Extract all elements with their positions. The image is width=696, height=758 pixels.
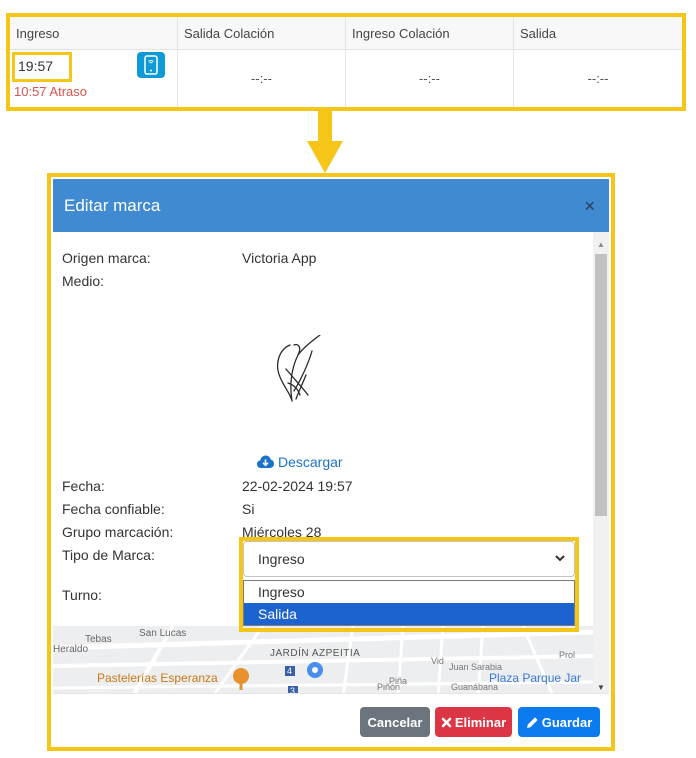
cancel-label: Cancelar [367, 714, 423, 730]
mark-type-select[interactable]: Ingreso [243, 541, 575, 577]
salida-colacion-cell[interactable]: --:-- [178, 50, 346, 107]
map-street-label: Heraldo [53, 644, 89, 655]
map-place-label: Plaza Parque Jar [489, 671, 582, 685]
salida-cell[interactable]: --:-- [514, 50, 682, 107]
close-icon[interactable]: × [584, 197, 595, 215]
column-header-salida-colacion: Salida Colación [178, 17, 346, 49]
ingreso-time[interactable]: 19:57 [12, 52, 72, 82]
modal-scrollbar[interactable]: ▲ ▼ [593, 232, 609, 695]
cancel-button[interactable]: Cancelar [360, 707, 430, 737]
attendance-table: Ingreso Salida Colación Ingreso Colación… [6, 13, 686, 111]
mark-type-label: Tipo de Marca: [62, 547, 155, 563]
column-header-ingreso: Ingreso [10, 17, 178, 49]
scrollbar-thumb[interactable] [595, 254, 607, 516]
map-street-label: Prol [559, 650, 576, 660]
map-marker-badge: 4 [287, 666, 293, 676]
delete-x-icon [441, 717, 452, 727]
modal-footer: Cancelar Eliminar Guardar [53, 693, 609, 745]
map-street-label: Piñón [377, 682, 401, 692]
map-street-label: Guanábana [451, 682, 499, 692]
date-value: 22-02-2024 19:57 [242, 478, 353, 494]
download-link[interactable]: Descargar [257, 454, 343, 470]
mobile-phone-icon [137, 52, 165, 78]
medium-label: Medio: [62, 273, 105, 289]
map-street-label: Tebas [85, 634, 112, 645]
save-label: Guardar [541, 714, 593, 730]
location-map[interactable]: San Lucas Tebas JARDÍN AZPEITIA Pasteler… [53, 626, 593, 695]
save-button[interactable]: Guardar [518, 707, 600, 737]
select-value: Ingreso [258, 551, 305, 567]
ingreso-colacion-cell[interactable]: --:-- [346, 50, 514, 107]
map-street-label: Vid [431, 656, 444, 666]
column-header-salida: Salida [520, 26, 557, 41]
group-label: Grupo marcación: [62, 524, 174, 540]
map-district-label: JARDÍN AZPEITIA [270, 648, 361, 659]
modal-header: Editar marca × [53, 179, 609, 232]
origin-label: Origen marca: [62, 250, 151, 266]
table-header-row: Ingreso Salida Colación Ingreso Colación… [10, 17, 682, 50]
signature-image [276, 335, 321, 402]
ingreso-cell: 19:57 10:57 Atraso [10, 50, 178, 107]
select-option-ingreso[interactable]: Ingreso [244, 581, 574, 603]
column-header-ingreso-colacion: Ingreso Colación [346, 17, 514, 49]
cloud-download-icon [257, 455, 274, 468]
delete-label: Eliminar [454, 714, 507, 730]
pencil-icon [526, 716, 538, 728]
select-option-salida[interactable]: Salida [244, 603, 574, 625]
down-arrow-icon [307, 111, 343, 173]
shift-label: Turno: [62, 587, 102, 603]
scroll-up-icon[interactable]: ▲ [593, 236, 609, 252]
edit-mark-modal: Editar marca × Origen marca: Victoria Ap… [47, 173, 615, 751]
reliable-date-value: Si [242, 501, 255, 517]
modal-title: Editar marca [64, 195, 161, 215]
modal-body: Origen marca: Victoria App Medio: Descar… [53, 232, 609, 695]
map-street-label: Juan Sarabia [449, 662, 503, 672]
date-label: Fecha: [62, 478, 105, 494]
reliable-date-label: Fecha confiable: [62, 501, 165, 517]
mark-type-select-highlight: Ingreso Ingreso Salida [239, 537, 579, 632]
late-status: 10:57 Atraso [14, 84, 87, 99]
delete-button[interactable]: Eliminar [435, 707, 512, 737]
table-row: 19:57 10:57 Atraso --:-- --:-- --:-- [10, 50, 682, 107]
origin-value: Victoria App [242, 250, 317, 266]
mark-type-dropdown: Ingreso Salida [243, 580, 575, 626]
map-place-label: Pastelerías Esperanza [97, 671, 218, 685]
download-label: Descargar [278, 454, 343, 470]
chevron-down-icon [555, 555, 565, 562]
map-street-label: San Lucas [139, 628, 187, 639]
